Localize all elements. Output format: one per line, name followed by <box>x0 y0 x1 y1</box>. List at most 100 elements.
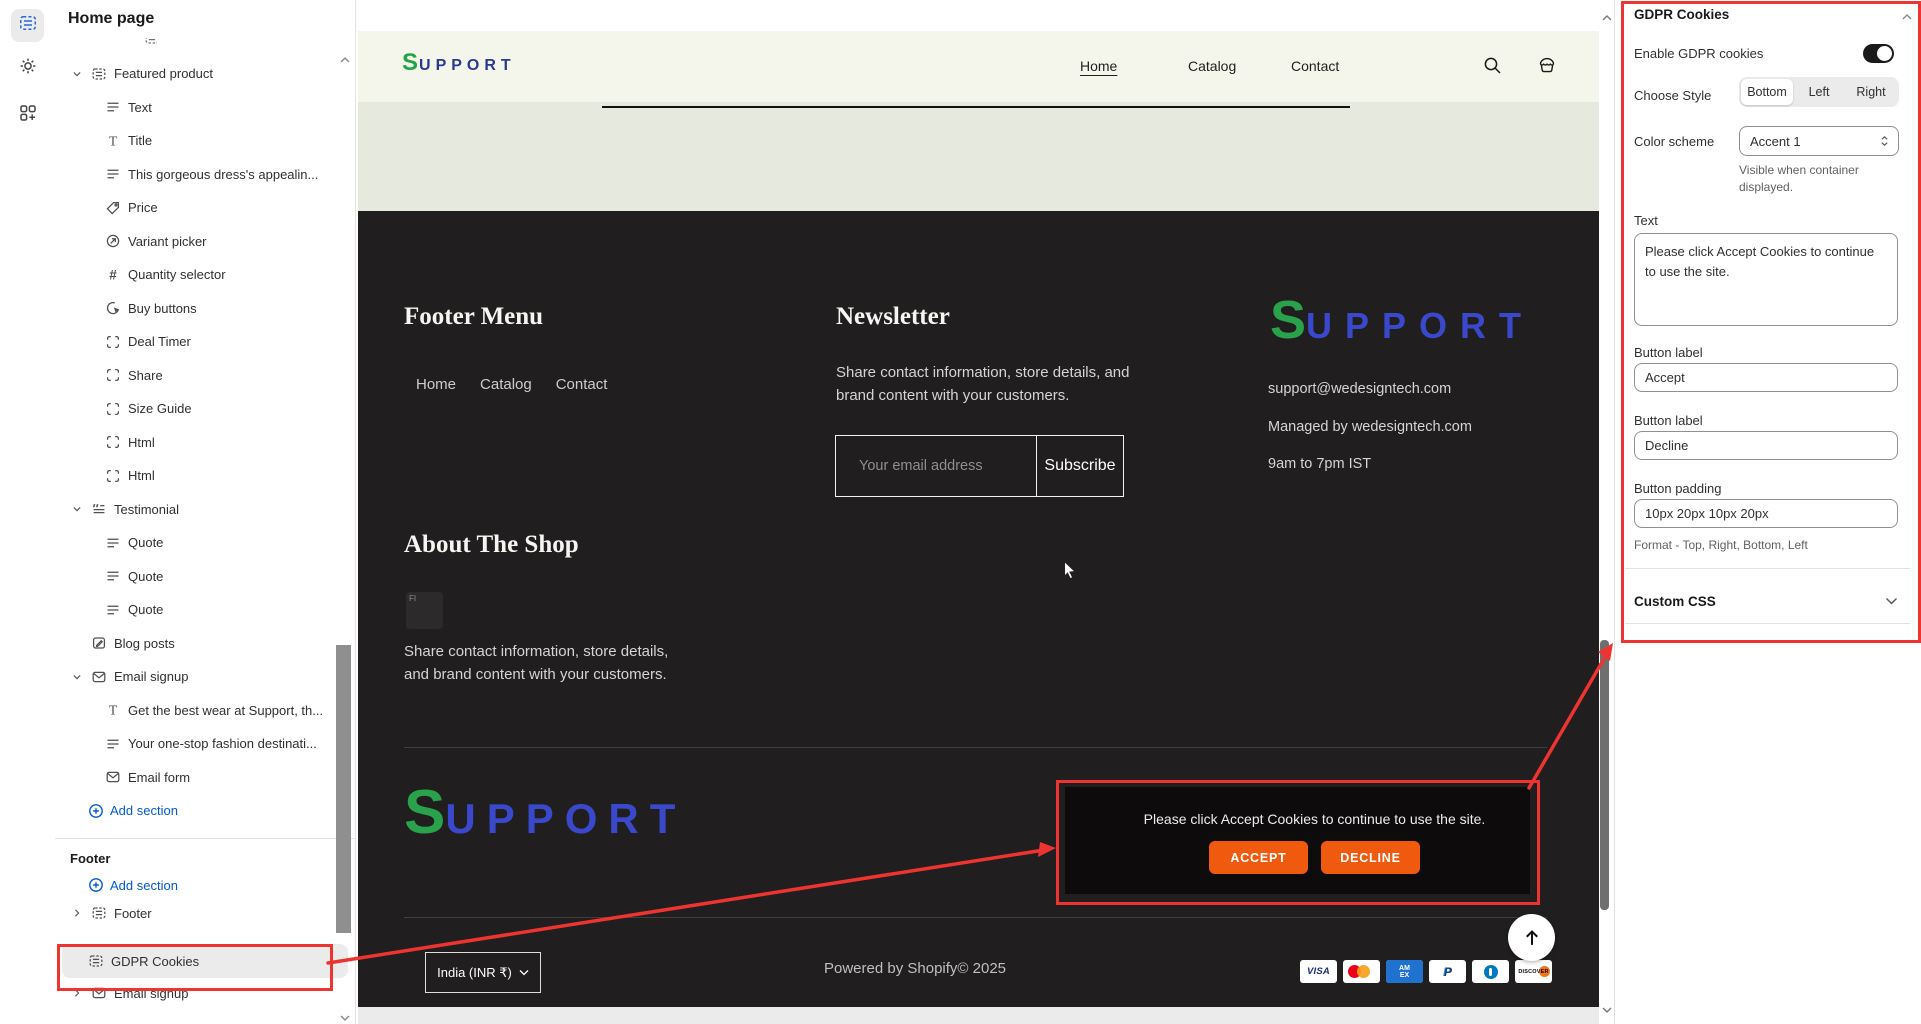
chevron-down-icon[interactable] <box>70 669 86 685</box>
sidebar-item-gdpr-cookies[interactable]: GDPR Cookies <box>62 944 348 978</box>
sidebar-scroll-down-icon[interactable] <box>339 1010 351 1024</box>
sidebar-item-email-form[interactable]: Email form <box>55 761 351 795</box>
email-input[interactable]: Your email address <box>836 436 1036 496</box>
account-icon[interactable] <box>1536 54 1558 81</box>
sidebar-item-quote[interactable]: Quote <box>55 526 351 560</box>
sidebar-item-label: Html <box>128 468 155 483</box>
email-icon <box>91 985 107 1001</box>
style-option-left[interactable]: Left <box>1793 79 1845 105</box>
panel-scroll-up-icon[interactable] <box>1901 9 1913 27</box>
sections-tab-icon[interactable] <box>11 9 44 42</box>
text-field[interactable]: Please click Accept Cookies to continue … <box>1634 233 1898 326</box>
sidebar-item-blog-posts[interactable]: Blog posts <box>55 627 351 661</box>
footer-menu-heading: Footer Menu <box>404 303 543 331</box>
sidebar-item-this-gorgeous-dress-s-appealin[interactable]: This gorgeous dress's appealin... <box>55 158 351 192</box>
brand-logo-initial: S <box>1270 289 1306 351</box>
below-page-strip <box>358 1007 1599 1024</box>
sidebar-item-html[interactable]: Html <box>55 459 351 493</box>
store-logo-rest: UPPORT <box>419 57 516 75</box>
price-tag-icon <box>105 200 121 216</box>
sidebar-item-quantity-selector[interactable]: #Quantity selector <box>55 258 351 292</box>
custom-css-accordion[interactable]: Custom CSS <box>1634 583 1898 619</box>
sidebar-item-share[interactable]: Share <box>55 359 351 393</box>
powered-by-text: Powered by Shopify© 2025 <box>765 960 1065 977</box>
decline-label-field[interactable] <box>1634 431 1898 460</box>
color-scheme-select[interactable]: Accent 1 <box>1739 126 1899 156</box>
blog-icon <box>91 635 107 651</box>
sidebar-item-variant-picker[interactable]: Variant picker <box>55 225 351 259</box>
sidebar-item-label: Featured product <box>114 66 213 81</box>
color-scheme-value: Accent 1 <box>1750 134 1879 149</box>
about-text: Share contact information, store details… <box>404 641 676 686</box>
nav-link-catalog[interactable]: Catalog <box>1188 58 1236 74</box>
sidebar-item-title[interactable]: TTitle <box>55 124 351 158</box>
sidebar-item-email-signup[interactable]: Email signup <box>55 660 351 694</box>
sidebar-item-buy-buttons[interactable]: Buy buttons <box>55 292 351 326</box>
app-block-icon <box>105 434 121 450</box>
chevron-down-icon <box>519 969 529 976</box>
add-section-button[interactable]: Add section <box>55 872 355 898</box>
footer-group-heading: Footer <box>55 845 355 872</box>
visa-payment-icon: VISA <box>1300 960 1337 983</box>
footer-link-catalog[interactable]: Catalog <box>480 376 532 393</box>
stepper-icon <box>1879 134 1890 148</box>
sidebar-item-get-the-best-wear-at-support-th[interactable]: TGet the best wear at Support, th... <box>55 694 351 728</box>
sidebar-item-testimonial[interactable]: Testimonial <box>55 493 351 527</box>
add-icon <box>88 877 104 893</box>
theme-settings-icon-button[interactable] <box>11 52 44 85</box>
sidebar-item-your-one-stop-fashion-destinati[interactable]: Your one-stop fashion destinati... <box>55 727 351 761</box>
sidebar-item-deal-timer[interactable]: Deal Timer <box>55 325 351 359</box>
button-padding-field[interactable] <box>1634 499 1898 528</box>
footer-menu-links: Home Catalog Contact <box>416 376 607 393</box>
brand-logo-rest: UPPORT <box>445 795 686 843</box>
sidebar-item-quote[interactable]: Quote <box>55 593 351 627</box>
sidebar-item-label: Blog posts <box>114 636 175 651</box>
text-icon <box>105 568 121 584</box>
apps-icon-button[interactable] <box>11 99 44 132</box>
chevron-right-icon[interactable] <box>70 985 86 1001</box>
sidebar-item-text[interactable]: Text <box>55 91 351 125</box>
store-logo[interactable]: S UPPORT <box>402 49 516 77</box>
svg-text:#: # <box>109 267 117 282</box>
style-option-bottom[interactable]: Bottom <box>1741 79 1793 105</box>
accept-label-field[interactable] <box>1634 363 1898 392</box>
search-icon[interactable] <box>1482 55 1503 81</box>
sidebar-item-price[interactable]: Price <box>55 191 351 225</box>
app-block-icon <box>105 334 121 350</box>
scroll-to-top-button[interactable] <box>1508 914 1555 961</box>
sidebar-item-quote[interactable]: Quote <box>55 560 351 594</box>
button2-label: Button label <box>1634 413 1703 428</box>
color-scheme-label: Color scheme <box>1634 134 1714 149</box>
accept-cookies-button[interactable]: ACCEPT <box>1209 841 1308 874</box>
contact-email[interactable]: support@wedesigntech.com <box>1268 381 1451 397</box>
sidebar-item-size-guide[interactable]: Size Guide <box>55 392 351 426</box>
nav-link-home[interactable]: Home <box>1080 58 1117 74</box>
image-placeholder[interactable]: FI <box>406 592 443 629</box>
footer-link-home[interactable]: Home <box>416 376 456 393</box>
enable-gdpr-toggle[interactable] <box>1863 44 1894 63</box>
nav-link-contact[interactable]: Contact <box>1291 58 1339 74</box>
sidebar-item-email-signup[interactable]: Email signup <box>55 978 355 1008</box>
preview-scroll-up-icon[interactable] <box>1601 10 1613 28</box>
chevron-down-icon[interactable] <box>70 66 86 82</box>
chevron-right-icon[interactable] <box>70 905 86 921</box>
text-icon <box>105 99 121 115</box>
sidebar-item-label: Variant picker <box>128 234 207 249</box>
style-option-right[interactable]: Right <box>1845 79 1897 105</box>
sidebar-scrollbar-thumb[interactable] <box>336 645 351 933</box>
paypal-payment-icon: PP <box>1429 960 1466 983</box>
add-section-button[interactable]: Add section <box>55 794 351 828</box>
footer-link-contact[interactable]: Contact <box>556 376 608 393</box>
country-selector[interactable]: India (INR ₹) <box>425 952 541 993</box>
sidebar-item-featured-product[interactable]: Featured product <box>55 57 351 91</box>
chevron-down-icon[interactable] <box>70 501 86 517</box>
sidebar-item-label: Title <box>128 133 152 148</box>
preview-scrollbar-thumb[interactable] <box>1600 640 1609 910</box>
sidebar-item-html[interactable]: Html <box>55 426 351 460</box>
sidebar-item-label: Quote <box>128 602 163 617</box>
sidebar-item-footer[interactable]: Footer <box>55 898 355 928</box>
subscribe-button[interactable]: Subscribe <box>1036 436 1123 496</box>
preview-scroll-down-icon[interactable] <box>1601 1002 1613 1020</box>
sidebar-item-label: Text <box>128 100 152 115</box>
decline-cookies-button[interactable]: DECLINE <box>1321 841 1420 874</box>
